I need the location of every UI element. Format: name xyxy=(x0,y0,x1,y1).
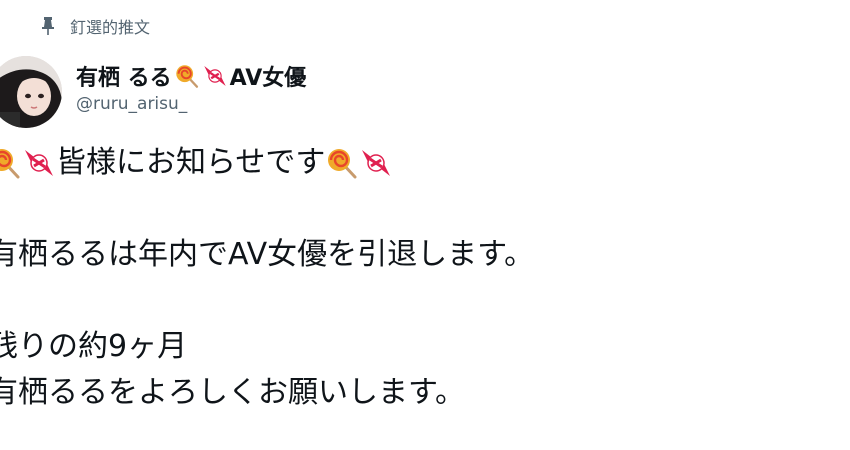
author-name-row[interactable]: 有栖 るる AV女優 xyxy=(76,60,306,92)
avatar[interactable] xyxy=(0,56,62,128)
tweet-line-2: 有栖るるは年内でAV女優を引退します。 xyxy=(0,237,535,272)
candy-emoji xyxy=(362,150,391,176)
avatar-image xyxy=(0,56,62,128)
tweet-line-1-text: 皆様にお知らせです xyxy=(56,145,326,180)
tweet-line-4: 有栖るるをよろしくお願いします。 xyxy=(0,375,465,410)
tweet-line-1: 皆様にお知らせです xyxy=(0,140,848,186)
candy-emoji xyxy=(203,66,226,86)
tweet-line-3: 残りの約9ヶ月 xyxy=(0,329,188,364)
author-handle[interactable]: @ruru_arisu_ xyxy=(76,94,187,114)
candy-emoji xyxy=(25,150,53,176)
pin-icon xyxy=(42,17,54,35)
tweet-text: 皆様にお知らせです 有栖るるは年内でAV女優を引退します。 残りの約9ヶ月 有栖… xyxy=(0,140,848,416)
lollipop-emoji xyxy=(328,149,357,179)
pinned-label: 釘選的推文 xyxy=(70,18,151,37)
author-name: 有栖 るる xyxy=(76,66,172,91)
author-name-suffix: AV女優 xyxy=(229,66,307,91)
lollipop-emoji xyxy=(175,65,198,88)
pinned-tweet-indicator: 釘選的推文 xyxy=(40,14,150,38)
lollipop-emoji xyxy=(0,149,20,179)
